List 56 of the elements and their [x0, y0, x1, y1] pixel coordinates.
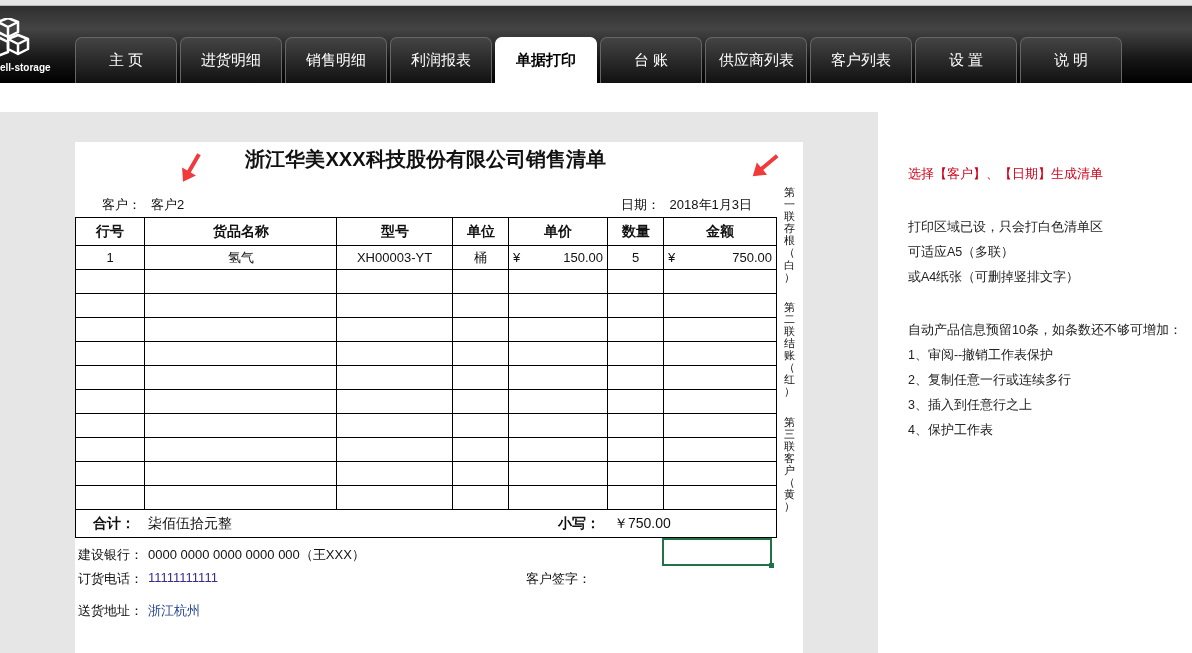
nav-tab[interactable]: 供应商列表 — [705, 37, 807, 83]
table-cell: 氢气 — [144, 245, 337, 270]
note-text: 或A4纸张（可删掉竖排文字） — [908, 269, 1081, 286]
note-text: 1、审阅--撤销工作表保护 — [908, 347, 1055, 364]
bank-account: 0000 0000 0000 0000 000（王XXX） — [148, 546, 366, 564]
note-text: 可适应A5（多联） — [908, 244, 1016, 261]
pointer-arrow — [182, 153, 201, 182]
cubes-icon — [0, 18, 30, 58]
column-header: 单价 — [508, 217, 608, 246]
copy-label: 第二联结账（红） — [784, 300, 795, 398]
address-value: 浙江杭州 — [148, 602, 201, 620]
nav-tab[interactable]: 销售明细 — [285, 37, 387, 83]
nav-tab[interactable]: 台 账 — [600, 37, 702, 83]
column-header: 货品名称 — [144, 217, 337, 246]
note-text: 2、复制任意一行或连续多行 — [908, 372, 1072, 389]
column-header: 型号 — [336, 217, 453, 246]
column-header: 行号 — [75, 217, 145, 246]
signature-label: 客户签字： — [526, 570, 592, 588]
currency-sign: ¥ — [513, 250, 521, 265]
table-cell: 150.00 — [563, 250, 603, 265]
currency-sign: ¥ — [668, 250, 676, 265]
total-in-words: 柒佰伍拾元整 — [148, 514, 233, 533]
note-text: 自动产品信息预留10条，如条数还不够可增加： — [908, 322, 1182, 339]
pointer-arrow — [752, 154, 779, 177]
copy-label: 第三联客户（黄） — [784, 415, 795, 513]
date-field: 日期： 2018年1月3日 — [620, 196, 752, 214]
nav-tab[interactable]: 主 页 — [75, 37, 177, 83]
table-cell: 750.00 — [732, 250, 772, 265]
table-cell: 5 — [607, 245, 664, 270]
figure-label: 小写： — [558, 514, 601, 533]
document-title: 浙江华美XXX科技股份有限公司销售清单 — [245, 147, 606, 172]
table-cell: 1 — [75, 245, 145, 270]
column-header: 单位 — [452, 217, 509, 246]
address-label: 送货地址： — [78, 602, 144, 620]
phone-label: 订货电话： — [78, 570, 144, 588]
logo-text: ell-storage — [0, 62, 51, 73]
nav-tab[interactable]: 客户列表 — [810, 37, 912, 83]
note-text: 选择【客户】、【日期】生成清单 — [908, 166, 1104, 183]
column-header: 数量 — [607, 217, 664, 246]
total-label: 合计： — [92, 514, 136, 533]
note-text: 4、保护工作表 — [908, 422, 994, 439]
nav-tab[interactable]: 进货明细 — [180, 37, 282, 83]
bank-label: 建设银行： — [78, 546, 144, 564]
customer-field: 客户： 客户2 — [102, 196, 185, 214]
total-figure: ￥750.00 — [614, 514, 671, 533]
note-text: 打印区域已设，只会打白色清单区 — [908, 219, 1104, 236]
copy-label: 第一联存根（白） — [784, 186, 795, 283]
nav-tab[interactable]: 利润报表 — [390, 37, 492, 83]
column-header: 金额 — [663, 217, 777, 246]
note-text: 3、插入到任意行之上 — [908, 397, 1033, 414]
nav-tab[interactable]: 单据打印 — [495, 37, 597, 83]
table-cell: 桶 — [452, 245, 509, 270]
nav-tab[interactable]: 设 置 — [915, 37, 1017, 83]
table-cell: XH00003-YT — [336, 245, 453, 270]
nav-tab[interactable]: 说 明 — [1020, 37, 1122, 83]
phone-number: 11111111111 — [148, 570, 219, 587]
